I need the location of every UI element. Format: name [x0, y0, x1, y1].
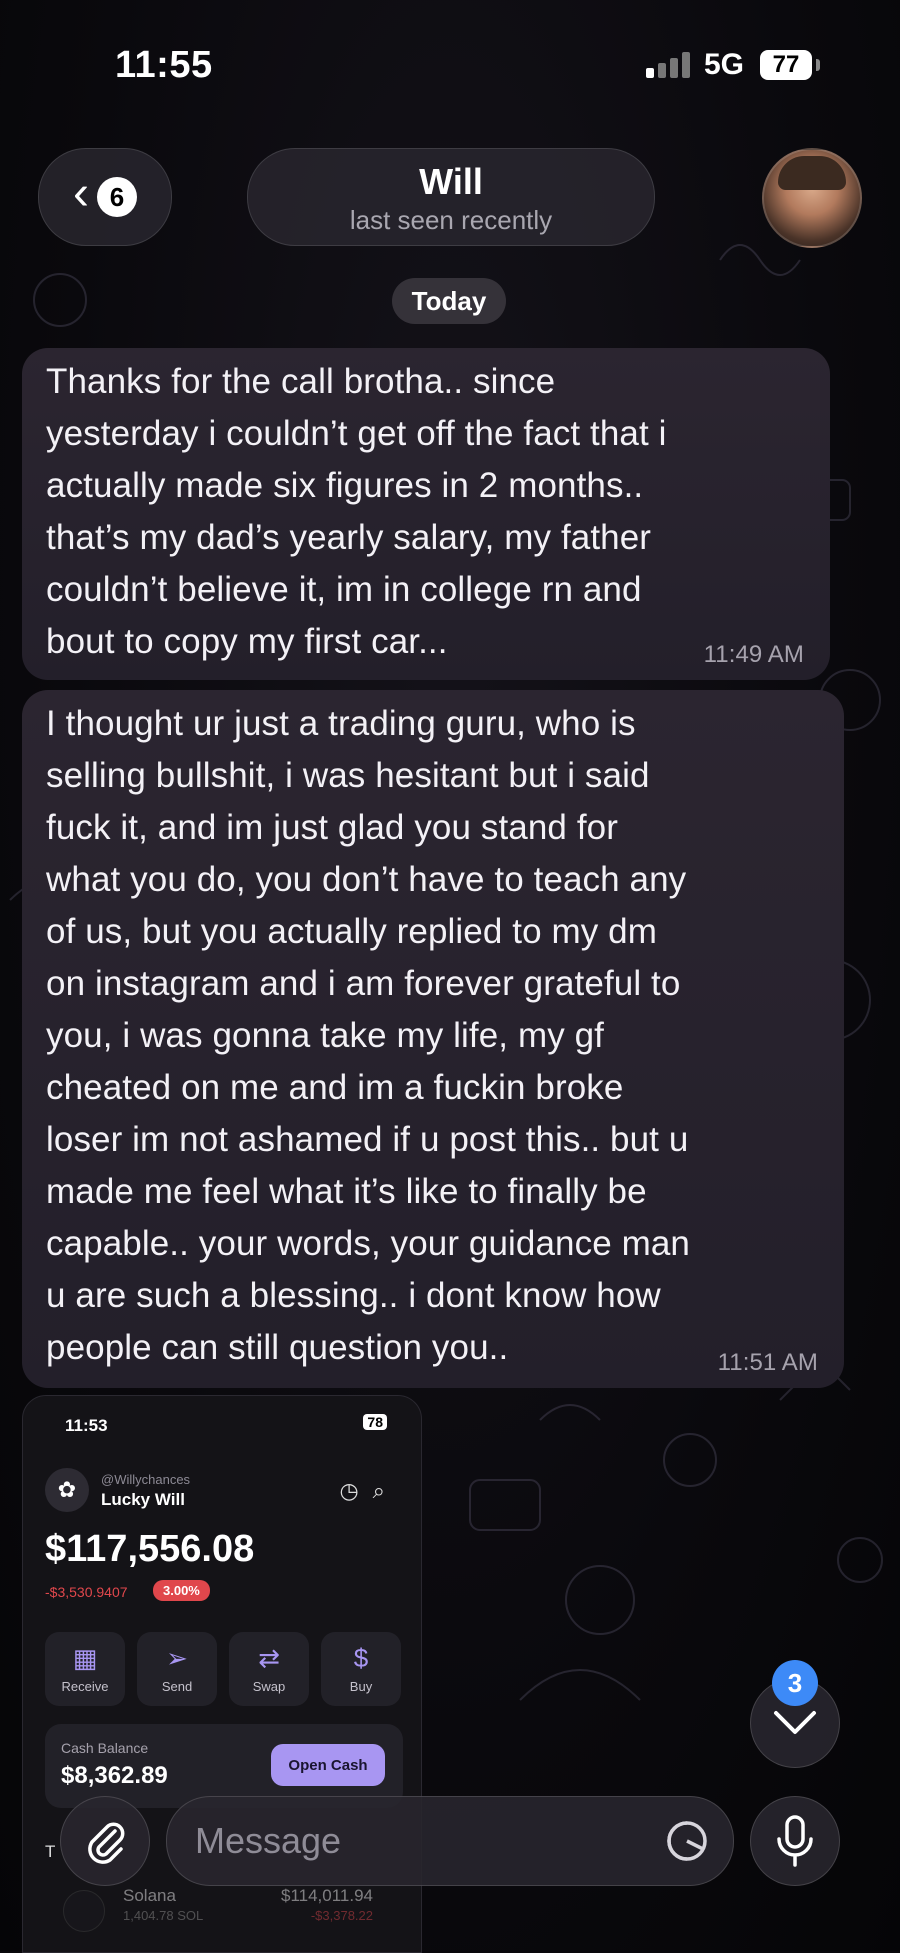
wallet-header-icons: ◷⌕ [339, 1478, 399, 1504]
search-icon: ⌕ [372, 1478, 399, 1503]
send-action: ➢ Send [137, 1632, 217, 1706]
cash-label: Cash Balance [61, 1740, 149, 1756]
battery-tip [816, 59, 820, 71]
token-amount: 1,404.78 SOL [123, 1908, 204, 1923]
avatar[interactable] [762, 148, 862, 248]
tokens-label: T [45, 1842, 56, 1861]
network-label: 5G [704, 48, 745, 81]
token-value: $114,011.94 [280, 1886, 373, 1905]
paperclip-icon [88, 1822, 125, 1864]
microphone-icon [777, 1815, 813, 1867]
buy-action: $ Buy [321, 1632, 401, 1706]
date-separator: Today [392, 278, 506, 324]
message-time: 11:51 AM [717, 1349, 818, 1376]
message-bubble[interactable]: Thanks for the call brotha.. since yeste… [22, 348, 830, 680]
sticker-icon[interactable] [665, 1819, 709, 1863]
wallet-account-name: Lucky Will [101, 1490, 185, 1509]
clock-icon: ◷ [339, 1478, 373, 1503]
wallet-avatar: ✿ [45, 1468, 89, 1512]
battery-icon: 77 [760, 50, 812, 80]
swap-icon: ⇄ [258, 1642, 280, 1673]
message-bubble[interactable]: I thought ur just a trading guru, who is… [22, 690, 844, 1388]
attach-button[interactable] [60, 1796, 150, 1886]
chevron-left-icon: ‹ [73, 167, 89, 220]
chat-title[interactable]: Will last seen recently [247, 148, 655, 246]
message-time: 11:49 AM [703, 641, 804, 668]
voice-message-button[interactable] [750, 1796, 840, 1886]
avatar-hair [778, 156, 846, 190]
message-input[interactable] [193, 1815, 637, 1867]
wallet-change-pct: 3.00% [153, 1580, 210, 1601]
message-text: Thanks for the call brotha.. since yeste… [46, 362, 667, 661]
send-icon: ➢ [166, 1642, 188, 1673]
wallet-status-battery: 78 [363, 1414, 387, 1430]
wallet-status-time: 11:53 [65, 1416, 108, 1435]
signal-icon [646, 52, 690, 78]
wallet-change: -$3,530.9407 [45, 1584, 128, 1600]
status-bar: 11:55 5G 77 [0, 0, 900, 130]
message-input-container [166, 1796, 734, 1886]
token-change: -$3,378.22 [310, 1908, 373, 1923]
contact-name: Will [419, 161, 483, 202]
message-text: I thought ur just a trading guru, who is… [46, 704, 690, 1367]
qr-icon: ▦ [72, 1642, 98, 1673]
wallet-handle: @Willychances [101, 1472, 191, 1487]
status-time: 11:55 [115, 44, 213, 86]
token-row: Solana 1,404.78 SOL $114,011.94 -$3,378.… [45, 1886, 403, 1942]
receive-action: ▦ Receive [45, 1632, 125, 1706]
dollar-icon: $ [353, 1642, 369, 1673]
contact-status: last seen recently [349, 205, 553, 235]
solana-icon [63, 1890, 105, 1932]
cash-value: $8,362.89 [61, 1762, 168, 1789]
token-name: Solana [123, 1886, 176, 1905]
chevron-down-icon [774, 1711, 816, 1734]
wallet-actions: ▦ Receive ➢ Send ⇄ Swap $ Buy [45, 1632, 403, 1706]
open-cash-button: Open Cash [271, 1744, 385, 1786]
wallet-balance: $117,556.08 [45, 1528, 255, 1570]
back-button[interactable]: ‹ 6 [38, 148, 172, 246]
unread-count-badge: 3 [772, 1660, 818, 1706]
swap-action: ⇄ Swap [229, 1632, 309, 1706]
unread-chats-badge: 6 [96, 177, 137, 217]
